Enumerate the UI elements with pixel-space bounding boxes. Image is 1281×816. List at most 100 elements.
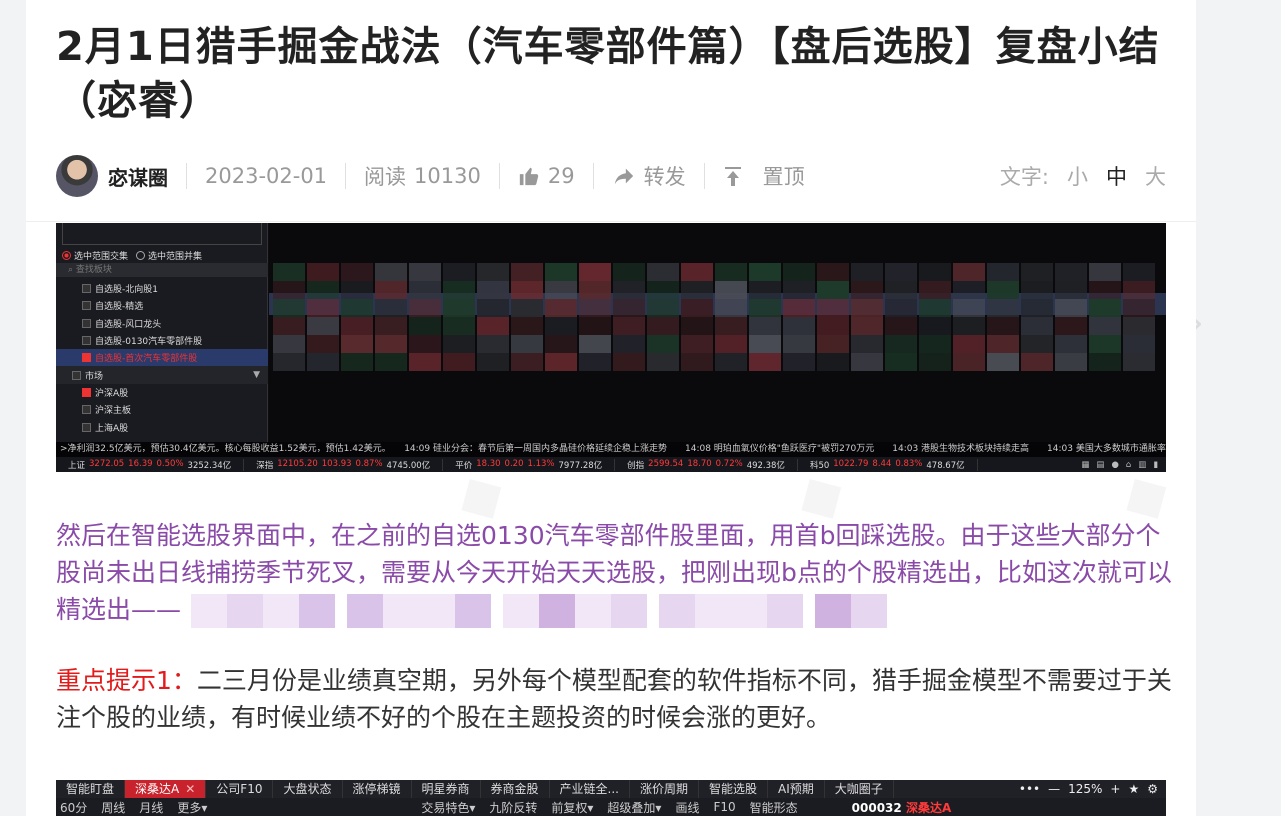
blurred-cell — [341, 281, 373, 299]
read-count: 10130 — [414, 164, 481, 188]
blurred-cell — [647, 353, 679, 371]
radio-intersection[interactable]: 选中范围交集 — [62, 249, 128, 262]
blurred-cell — [987, 299, 1019, 317]
toolbar-item[interactable]: 九阶反转 — [489, 799, 537, 816]
font-size-small[interactable]: 小 — [1067, 161, 1088, 191]
share-button[interactable]: 转发 — [612, 161, 686, 191]
list-item[interactable]: 上海A股 — [56, 418, 268, 435]
like-button[interactable]: 29 — [518, 164, 575, 188]
blurred-cell — [987, 317, 1019, 335]
tab-item[interactable]: 涨停梯镜 — [343, 780, 412, 798]
blurred-cell — [715, 335, 747, 353]
toolbar-item[interactable]: 超级叠加▾ — [607, 799, 661, 816]
screenshot-trading-app: 智能盯盘 深桑达A ✕ 公司F10 大盘状态 涨停梯镜 明星券商 券商金股 产业链… — [56, 780, 1166, 816]
tab-item[interactable]: 大盘状态 — [273, 780, 343, 798]
toolbar-item[interactable]: 更多▾ — [177, 799, 207, 816]
share-icon — [614, 168, 633, 185]
author-name[interactable]: 宓谋圈 — [108, 162, 168, 191]
blurred-cell — [511, 281, 543, 299]
divider — [592, 163, 594, 189]
close-icon[interactable]: ✕ — [185, 782, 195, 796]
toolbar-item[interactable]: 月线 — [139, 799, 163, 816]
block-search-input[interactable]: ⌕ 查找板块 — [56, 263, 268, 277]
list-item[interactable]: 自选股-精选 — [56, 297, 268, 314]
blurred-cell — [817, 335, 849, 353]
index-quote[interactable]: 上证 3272.05 16.39 0.50% 3252.34亿 — [56, 458, 245, 471]
avatar[interactable] — [56, 155, 98, 197]
blurred-cell — [613, 281, 645, 299]
blurred-cell — [613, 299, 645, 317]
toolbar-item[interactable]: 周线 — [101, 799, 125, 816]
settings-icon[interactable]: ⚙ — [1147, 782, 1158, 796]
divider — [703, 163, 705, 189]
blurred-cell — [511, 299, 543, 317]
tab-item[interactable]: 涨价周期 — [630, 780, 700, 798]
tab-item[interactable]: 券商金股 — [481, 780, 550, 798]
blurred-cell — [647, 335, 679, 353]
blurred-block — [419, 594, 456, 628]
zoom-out-icon[interactable]: — — [1048, 782, 1060, 796]
read-label: 阅读 — [364, 165, 407, 189]
list-item[interactable]: 自选股-北向股1 — [56, 280, 268, 297]
pin-button[interactable]: 置顶 — [723, 161, 805, 191]
blurred-cell — [511, 317, 543, 335]
list-item-selected[interactable]: 自选股-首次汽车零部件股 — [56, 349, 268, 367]
window-controls: ••• — 125% + ★ ⚙ — [1019, 782, 1166, 796]
market-group[interactable]: 市场 ▼ — [56, 366, 268, 384]
font-size-large[interactable]: 大 — [1145, 161, 1166, 191]
list-item[interactable]: 沪深A股 — [56, 384, 268, 401]
blurred-cell — [953, 335, 985, 353]
blurred-cell — [749, 299, 781, 317]
zoom-in-icon[interactable]: + — [1110, 782, 1120, 796]
blurred-block — [263, 594, 300, 628]
list-item[interactable]: 自选股-0130汽车零部件股 — [56, 332, 268, 349]
blurred-cell — [307, 335, 339, 353]
radio-union[interactable]: 选中范围并集 — [136, 249, 202, 262]
list-item[interactable]: 自选股-风口龙头 — [56, 315, 268, 332]
blurred-cell — [681, 335, 713, 353]
blurred-cell — [341, 335, 373, 353]
toolbar-item[interactable]: 交易特色▾ — [421, 799, 475, 816]
blurred-cell — [919, 317, 951, 335]
blurred-cell — [987, 263, 1019, 281]
blurred-cell — [817, 281, 849, 299]
tab-item[interactable]: AI预期 — [768, 780, 825, 798]
chart-icon[interactable]: ▥ — [1138, 460, 1146, 470]
tab-item[interactable]: 公司F10 — [206, 780, 274, 798]
toolbar-item[interactable]: 前复权▾ — [551, 799, 593, 816]
tab-item[interactable]: 产业链全... — [550, 780, 630, 798]
blurred-cell — [545, 263, 577, 281]
signal-icon[interactable]: ▮ — [1153, 460, 1158, 470]
font-size-medium[interactable]: 中 — [1106, 161, 1127, 191]
blurred-cell — [613, 335, 645, 353]
index-quote[interactable]: 平价 18.30 0.20 1.13% 7977.28亿 — [443, 458, 616, 471]
user-icon[interactable]: ● — [1111, 460, 1118, 470]
star-icon[interactable]: ★ — [1128, 782, 1139, 796]
tab-item[interactable]: 明星券商 — [412, 780, 481, 798]
home-icon[interactable]: ⌂ — [1126, 460, 1131, 470]
tab-item[interactable]: 智能选股 — [699, 780, 769, 798]
blurred-cell — [817, 317, 849, 335]
toolbar-item[interactable]: 智能形态 — [750, 799, 798, 816]
index-quote[interactable]: 科50 1022.79 8.44 0.83% 478.67亿 — [798, 458, 978, 471]
index-quote[interactable]: 深指 12105.20 103.93 0.87% 4745.00亿 — [244, 458, 444, 471]
more-icon[interactable]: ••• — [1019, 782, 1040, 796]
blurred-cell — [715, 317, 747, 335]
app-tabs: 智能盯盘 深桑达A ✕ 公司F10 大盘状态 涨停梯镜 明星券商 券商金股 产业链… — [56, 780, 1166, 798]
tab-active[interactable]: 深桑达A ✕ — [125, 780, 207, 798]
toolbar-item[interactable]: 60分 — [60, 799, 87, 816]
list-item[interactable]: 沪深主板 — [56, 401, 268, 418]
tip-highlight: 重点提示1： — [56, 666, 197, 695]
blurred-cell — [1055, 335, 1087, 353]
news-icon[interactable]: ▤ — [1096, 460, 1104, 470]
toolbar-item[interactable]: F10 — [713, 800, 735, 814]
news-ticker[interactable]: >净利润32.5亿美元，预估30.4亿美元。核心每股收益1.52美元，预估1.4… — [56, 442, 1166, 457]
blurred-cell — [919, 299, 951, 317]
toolbar-item[interactable]: 画线 — [675, 799, 699, 816]
index-quote[interactable]: 创指 2599.54 18.70 0.72% 492.38亿 — [615, 458, 798, 471]
calculator-icon[interactable]: ▦ — [1081, 460, 1089, 470]
tab-item[interactable]: 智能盯盘 — [56, 780, 126, 798]
blurred-cell — [885, 335, 917, 353]
blurred-cell — [1123, 317, 1155, 335]
tab-item[interactable]: 大咖圈子 — [825, 780, 894, 798]
